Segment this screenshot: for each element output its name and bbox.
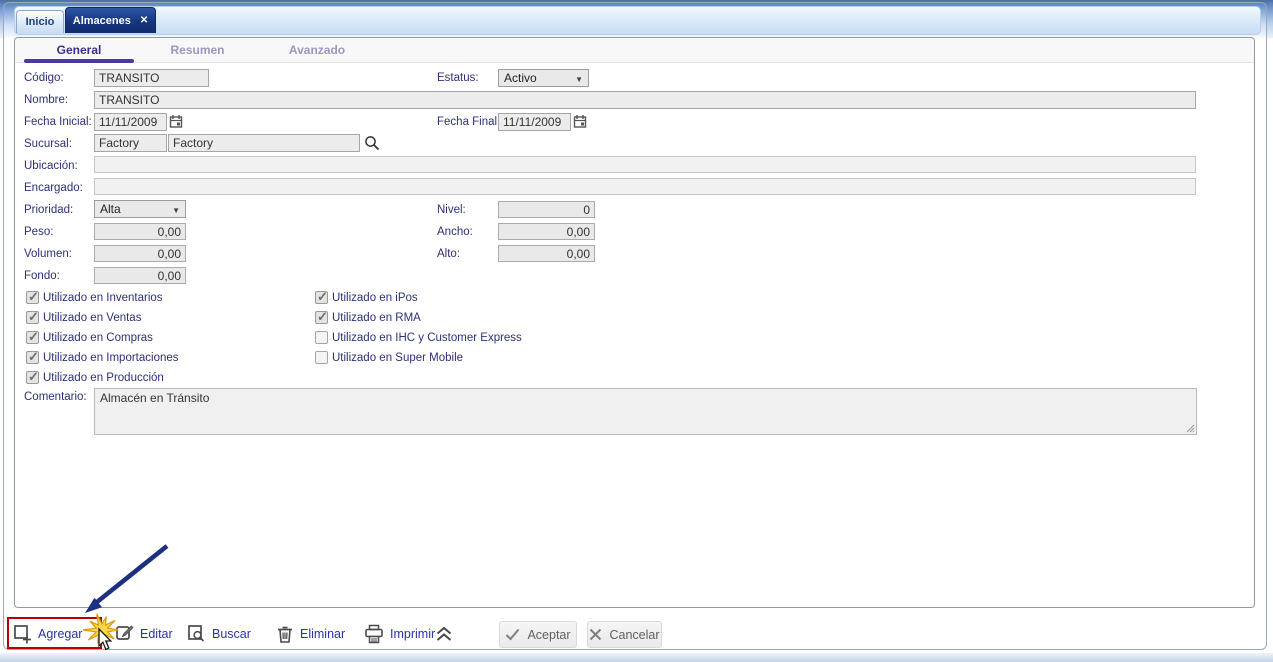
- nombre-field[interactable]: [94, 91, 1196, 109]
- checkbox-utilizado-rma[interactable]: [315, 309, 328, 325]
- editar-button[interactable]: Editar: [115, 624, 173, 643]
- encargado-field[interactable]: [94, 178, 1196, 195]
- checkbox-utilizado-super-mobile[interactable]: [315, 351, 328, 364]
- alto-field[interactable]: [498, 245, 595, 262]
- checkbox-label: Utilizado en RMA: [332, 312, 421, 324]
- fondo-field[interactable]: [94, 267, 186, 284]
- fondo-label: Fondo:: [24, 270, 60, 282]
- x-icon: [590, 628, 602, 641]
- checkbox-label: Utilizado en Importaciones: [43, 352, 179, 364]
- checkbox-utilizado-ipos[interactable]: [315, 289, 328, 305]
- tab-almacenes-label: Almacenes: [72, 14, 131, 27]
- nombre-label: Nombre:: [24, 94, 69, 106]
- alto-label: Alto:: [437, 248, 461, 260]
- dropdown-arrow-icon: [172, 202, 180, 216]
- fecha-inicial-label: Fecha Inicial:: [24, 116, 92, 128]
- checkbox-label: Utilizado en Super Mobile: [332, 352, 464, 364]
- comentario-field[interactable]: Almacén en Tránsito: [94, 388, 1197, 435]
- tab-general[interactable]: General: [24, 38, 134, 63]
- checkbox-label: Utilizado en Producción: [43, 372, 164, 384]
- ancho-label: Ancho:: [437, 226, 473, 238]
- cancelar-label: Cancelar: [609, 627, 660, 642]
- prioridad-label: Prioridad:: [24, 204, 74, 216]
- agregar-label: Agregar: [38, 627, 83, 641]
- cancelar-button[interactable]: Cancelar: [587, 621, 662, 648]
- trash-icon: [278, 626, 292, 643]
- fecha-inicial-field[interactable]: [94, 113, 167, 131]
- prioridad-select[interactable]: Alta: [94, 200, 186, 218]
- checkbox-label: Utilizado en Ventas: [43, 312, 142, 324]
- peso-label: Peso:: [24, 226, 54, 238]
- nivel-label: Nivel:: [437, 204, 466, 216]
- checkbox-utilizado-produccion[interactable]: [26, 369, 39, 385]
- buscar-button[interactable]: Buscar: [187, 624, 251, 644]
- encargado-label: Encargado:: [24, 182, 83, 194]
- tab-almacenes[interactable]: Almacenes ✕: [65, 7, 156, 33]
- eliminar-label: Eliminar: [300, 627, 346, 641]
- aceptar-label: Aceptar: [527, 627, 571, 642]
- imprimir-button[interactable]: Imprimir: [364, 624, 435, 644]
- estatus-value: Activo: [504, 71, 537, 85]
- peso-field[interactable]: [94, 223, 186, 240]
- chevron-double-up-icon[interactable]: [434, 625, 454, 643]
- nivel-field[interactable]: [498, 201, 595, 218]
- checkbox-label: Utilizado en iPos: [332, 292, 418, 304]
- volumen-label: Volumen:: [24, 248, 72, 260]
- tab-resumen[interactable]: Resumen: [140, 38, 255, 62]
- tab-inicio-label: Inicio: [25, 16, 55, 28]
- checkbox-label: Utilizado en Compras: [43, 332, 153, 344]
- eliminar-button[interactable]: Eliminar: [276, 624, 345, 644]
- close-tab-icon[interactable]: ✕: [140, 15, 148, 26]
- checkbox-utilizado-importaciones[interactable]: [26, 349, 39, 365]
- checkbox-utilizado-inventarios[interactable]: [26, 289, 39, 305]
- calendar-icon[interactable]: [169, 114, 183, 129]
- agregar-button[interactable]: Agregar: [13, 624, 82, 644]
- search-document-icon: [188, 625, 205, 642]
- tab-inicio[interactable]: Inicio: [16, 10, 64, 33]
- sucursal-code-field[interactable]: [94, 134, 167, 152]
- edit-document-icon: [116, 625, 134, 640]
- codigo-field[interactable]: [94, 69, 209, 87]
- ancho-field[interactable]: [498, 223, 595, 240]
- lookup-magnifier-icon[interactable]: [364, 135, 380, 151]
- tab-strip: [14, 6, 1261, 35]
- sucursal-name-field[interactable]: [168, 134, 360, 152]
- buscar-label: Buscar: [212, 627, 251, 641]
- printer-icon: [365, 624, 383, 644]
- aceptar-button[interactable]: Aceptar: [499, 621, 577, 648]
- volumen-field[interactable]: [94, 245, 186, 262]
- editar-label: Editar: [140, 626, 173, 641]
- estatus-select[interactable]: Activo: [498, 69, 589, 87]
- checkbox-utilizado-ventas[interactable]: [26, 309, 39, 325]
- window-bottom-band: [0, 653, 1273, 662]
- fecha-final-field[interactable]: [498, 113, 571, 131]
- tab-avanzado[interactable]: Avanzado: [258, 38, 376, 62]
- check-icon: [506, 628, 520, 641]
- prioridad-value: Alta: [100, 202, 121, 216]
- checkbox-label: Utilizado en IHC y Customer Express: [332, 332, 522, 344]
- form-panel: [14, 37, 1255, 608]
- checkbox-label: Utilizado en Inventarios: [43, 292, 163, 304]
- dropdown-arrow-icon: [575, 71, 583, 85]
- checkbox-utilizado-ihc[interactable]: [315, 331, 328, 344]
- imprimir-label: Imprimir: [390, 627, 436, 641]
- checkbox-utilizado-compras[interactable]: [26, 329, 39, 345]
- comentario-label: Comentario:: [24, 391, 87, 403]
- add-document-icon: [14, 625, 31, 644]
- fecha-final-label: Fecha Final:: [437, 116, 501, 128]
- ubicacion-field[interactable]: [94, 156, 1196, 173]
- codigo-label: Código:: [24, 72, 64, 84]
- ubicacion-label: Ubicación:: [24, 160, 78, 172]
- estatus-label: Estatus:: [437, 72, 479, 84]
- calendar-icon[interactable]: [573, 114, 587, 129]
- sucursal-label: Sucursal:: [24, 138, 72, 150]
